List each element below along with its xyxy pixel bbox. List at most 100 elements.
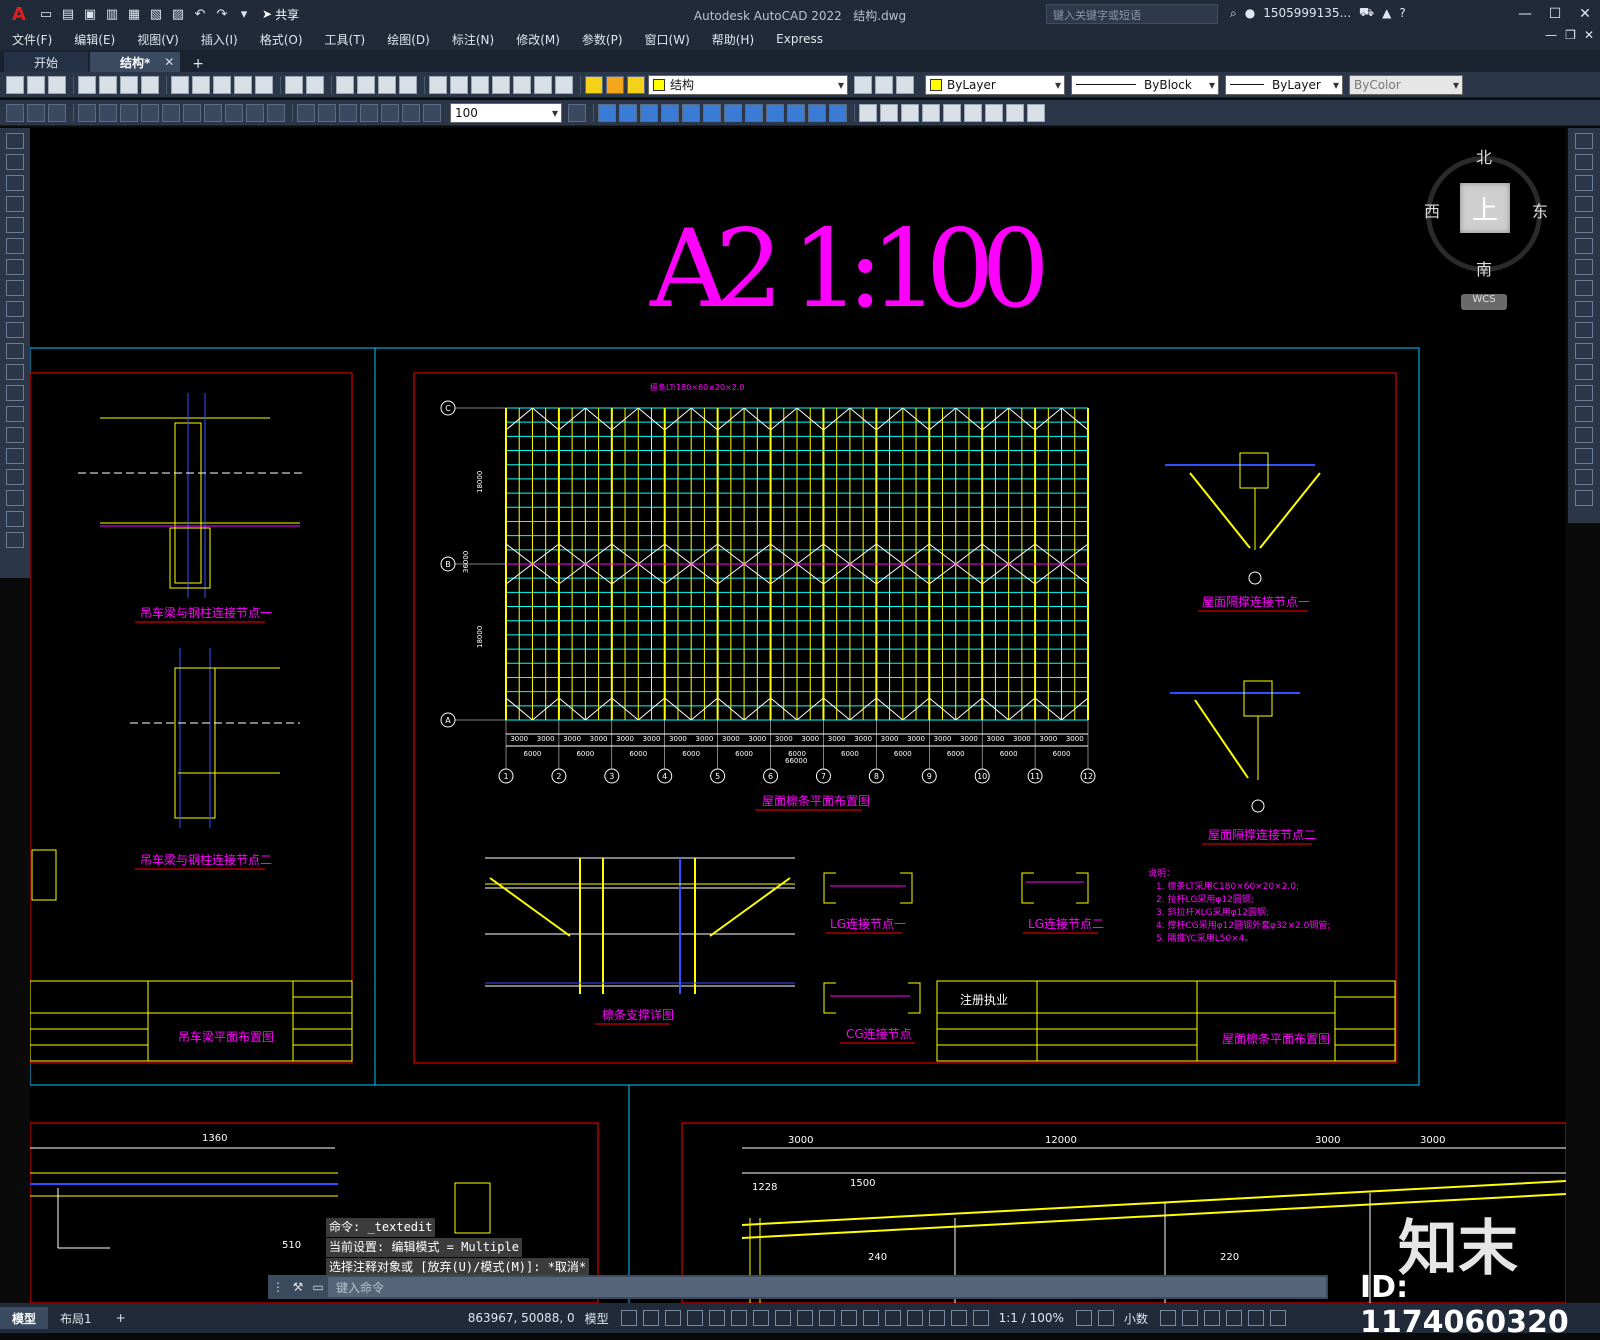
plotstyle-dropdown[interactable]: ByColor [1349, 74, 1463, 95]
coordinates-readout[interactable]: 863967, 50088, 0 [468, 1311, 575, 1325]
arc-icon[interactable] [6, 238, 24, 254]
user-icon[interactable]: ● [1245, 6, 1255, 20]
search-icon[interactable]: ⌕ [1230, 6, 1237, 21]
model-tab[interactable]: 模型 [0, 1307, 49, 1329]
revcloud-icon[interactable] [6, 280, 24, 296]
undo-tb-icon[interactable] [285, 75, 303, 94]
inspection-icon[interactable] [339, 103, 357, 122]
menu-item[interactable]: 工具(T) [325, 31, 366, 48]
tolerance-icon[interactable] [297, 103, 315, 122]
save-web-icon[interactable]: ▧ [146, 4, 166, 24]
drawing-svg[interactable]: A2 1:100 吊车梁与钢柱连接节点一 吊车梁与钢柱连接节点二 吊车梁平面布置… [30, 128, 1566, 1303]
redo-icon[interactable]: ↷ [212, 4, 232, 24]
help-icon[interactable]: ? [1399, 6, 1405, 20]
break-point-icon[interactable] [1575, 364, 1593, 380]
infer-icon[interactable] [664, 1310, 681, 1326]
cut-icon[interactable] [171, 75, 189, 94]
match-prop-icon[interactable] [234, 75, 252, 94]
drawing-canvas[interactable]: A2 1:100 吊车梁与钢柱连接节点一 吊车梁与钢柱连接节点二 吊车梁平面布置… [30, 128, 1566, 1303]
dim-edit-icon[interactable] [381, 103, 399, 122]
layer-dropdown[interactable]: 结构 [648, 74, 848, 95]
quick-properties-icon[interactable] [1159, 1310, 1176, 1326]
menu-item[interactable]: 文件(F) [12, 31, 52, 48]
grid-icon[interactable] [620, 1310, 637, 1326]
ellipse-icon[interactable] [6, 322, 24, 338]
linetype-dropdown[interactable]: ByBlock [1071, 74, 1219, 95]
erase-icon[interactable] [1575, 133, 1593, 149]
calculator-icon[interactable] [534, 75, 552, 94]
graphics-perf-icon[interactable] [1225, 1310, 1242, 1326]
hatch-icon[interactable] [6, 427, 24, 443]
menu-item[interactable]: 修改(M) [516, 31, 560, 48]
customize-qat-icon[interactable]: ▾ [234, 4, 254, 24]
dim-continue-icon[interactable] [225, 103, 243, 122]
dim-diameter-icon[interactable] [141, 103, 159, 122]
new-tab-icon[interactable]: + [182, 56, 214, 72]
polyline-icon[interactable] [6, 175, 24, 191]
ucs-object-icon[interactable] [682, 103, 700, 122]
rectangle-icon[interactable] [6, 217, 24, 233]
layer-previous-icon[interactable] [896, 75, 914, 94]
gradient-icon[interactable] [6, 448, 24, 464]
user-name[interactable]: 1505999135... [1263, 6, 1351, 20]
open-file-icon[interactable]: ▤ [58, 4, 78, 24]
dim-aligned-icon[interactable] [27, 103, 45, 122]
menu-item[interactable]: 编辑(E) [74, 31, 115, 48]
conceptual-icon[interactable] [964, 103, 982, 122]
lineweight-dropdown[interactable]: ByLayer [1225, 74, 1343, 95]
make-block-icon[interactable] [6, 385, 24, 401]
viewcube-west[interactable]: 西 [1424, 198, 1440, 222]
array-icon[interactable] [1575, 217, 1593, 233]
dim-jogged-icon[interactable] [120, 103, 138, 122]
mirror-icon[interactable] [1575, 175, 1593, 191]
ucs-zaxis-icon[interactable] [745, 103, 763, 122]
menu-item[interactable]: 插入(I) [201, 31, 238, 48]
wcs-menu[interactable]: WCS [1461, 294, 1507, 310]
rotate-icon[interactable] [1575, 259, 1593, 275]
tool-palette-icon[interactable] [471, 75, 489, 94]
zoom-window-icon[interactable] [378, 75, 396, 94]
shaded-icon[interactable] [880, 103, 898, 122]
stretch-icon[interactable] [1575, 301, 1593, 317]
zoom-previous-icon[interactable] [399, 75, 417, 94]
dim-arc-icon[interactable] [48, 103, 66, 122]
lock-ui-icon[interactable] [1181, 1310, 1198, 1326]
move-icon[interactable] [1575, 238, 1593, 254]
selection-cycling-icon[interactable] [840, 1310, 857, 1326]
layout1-tab[interactable]: 布局1 [48, 1307, 104, 1329]
command-recent-icon[interactable]: ▭ [308, 1280, 328, 1294]
dim-linear-icon[interactable] [6, 103, 24, 122]
ucs-world-icon[interactable] [619, 103, 637, 122]
units-button[interactable]: 小数 [1124, 1310, 1148, 1327]
xray-icon[interactable] [985, 103, 1003, 122]
command-input[interactable]: 键入命令 [328, 1277, 1326, 1297]
autocad-logo[interactable]: A [4, 2, 34, 26]
publish-icon[interactable] [120, 75, 138, 94]
layer-freeze-icon[interactable] [606, 75, 624, 94]
layer-on-icon[interactable] [585, 75, 603, 94]
open-icon[interactable] [27, 75, 45, 94]
doc-restore-icon[interactable]: ❐ [1565, 28, 1576, 42]
join-icon[interactable] [1575, 406, 1593, 422]
workspace-icon[interactable] [1075, 1310, 1092, 1326]
point-icon[interactable] [6, 406, 24, 422]
region-icon[interactable] [6, 469, 24, 485]
paste-icon[interactable] [213, 75, 231, 94]
dim-radius-icon[interactable] [99, 103, 117, 122]
circle-icon[interactable] [6, 259, 24, 275]
new-file-icon[interactable]: ▭ [36, 4, 56, 24]
spline-icon[interactable] [6, 301, 24, 317]
wireframe-icon[interactable] [901, 103, 919, 122]
preview-icon[interactable] [99, 75, 117, 94]
polygon-icon[interactable] [6, 196, 24, 212]
minimize-icon[interactable]: — [1510, 0, 1540, 28]
make-current-icon[interactable] [875, 75, 893, 94]
ortho-icon[interactable] [686, 1310, 703, 1326]
autodesk-icon[interactable]: ▲ [1382, 6, 1391, 20]
cart-icon[interactable]: ⛟ [1359, 5, 1374, 21]
dynamic-ucs-icon[interactable] [884, 1310, 901, 1326]
dim-space-icon[interactable] [246, 103, 264, 122]
center-mark-icon[interactable] [318, 103, 336, 122]
table-icon[interactable] [6, 490, 24, 506]
color-dropdown[interactable]: ByLayer [925, 74, 1065, 95]
